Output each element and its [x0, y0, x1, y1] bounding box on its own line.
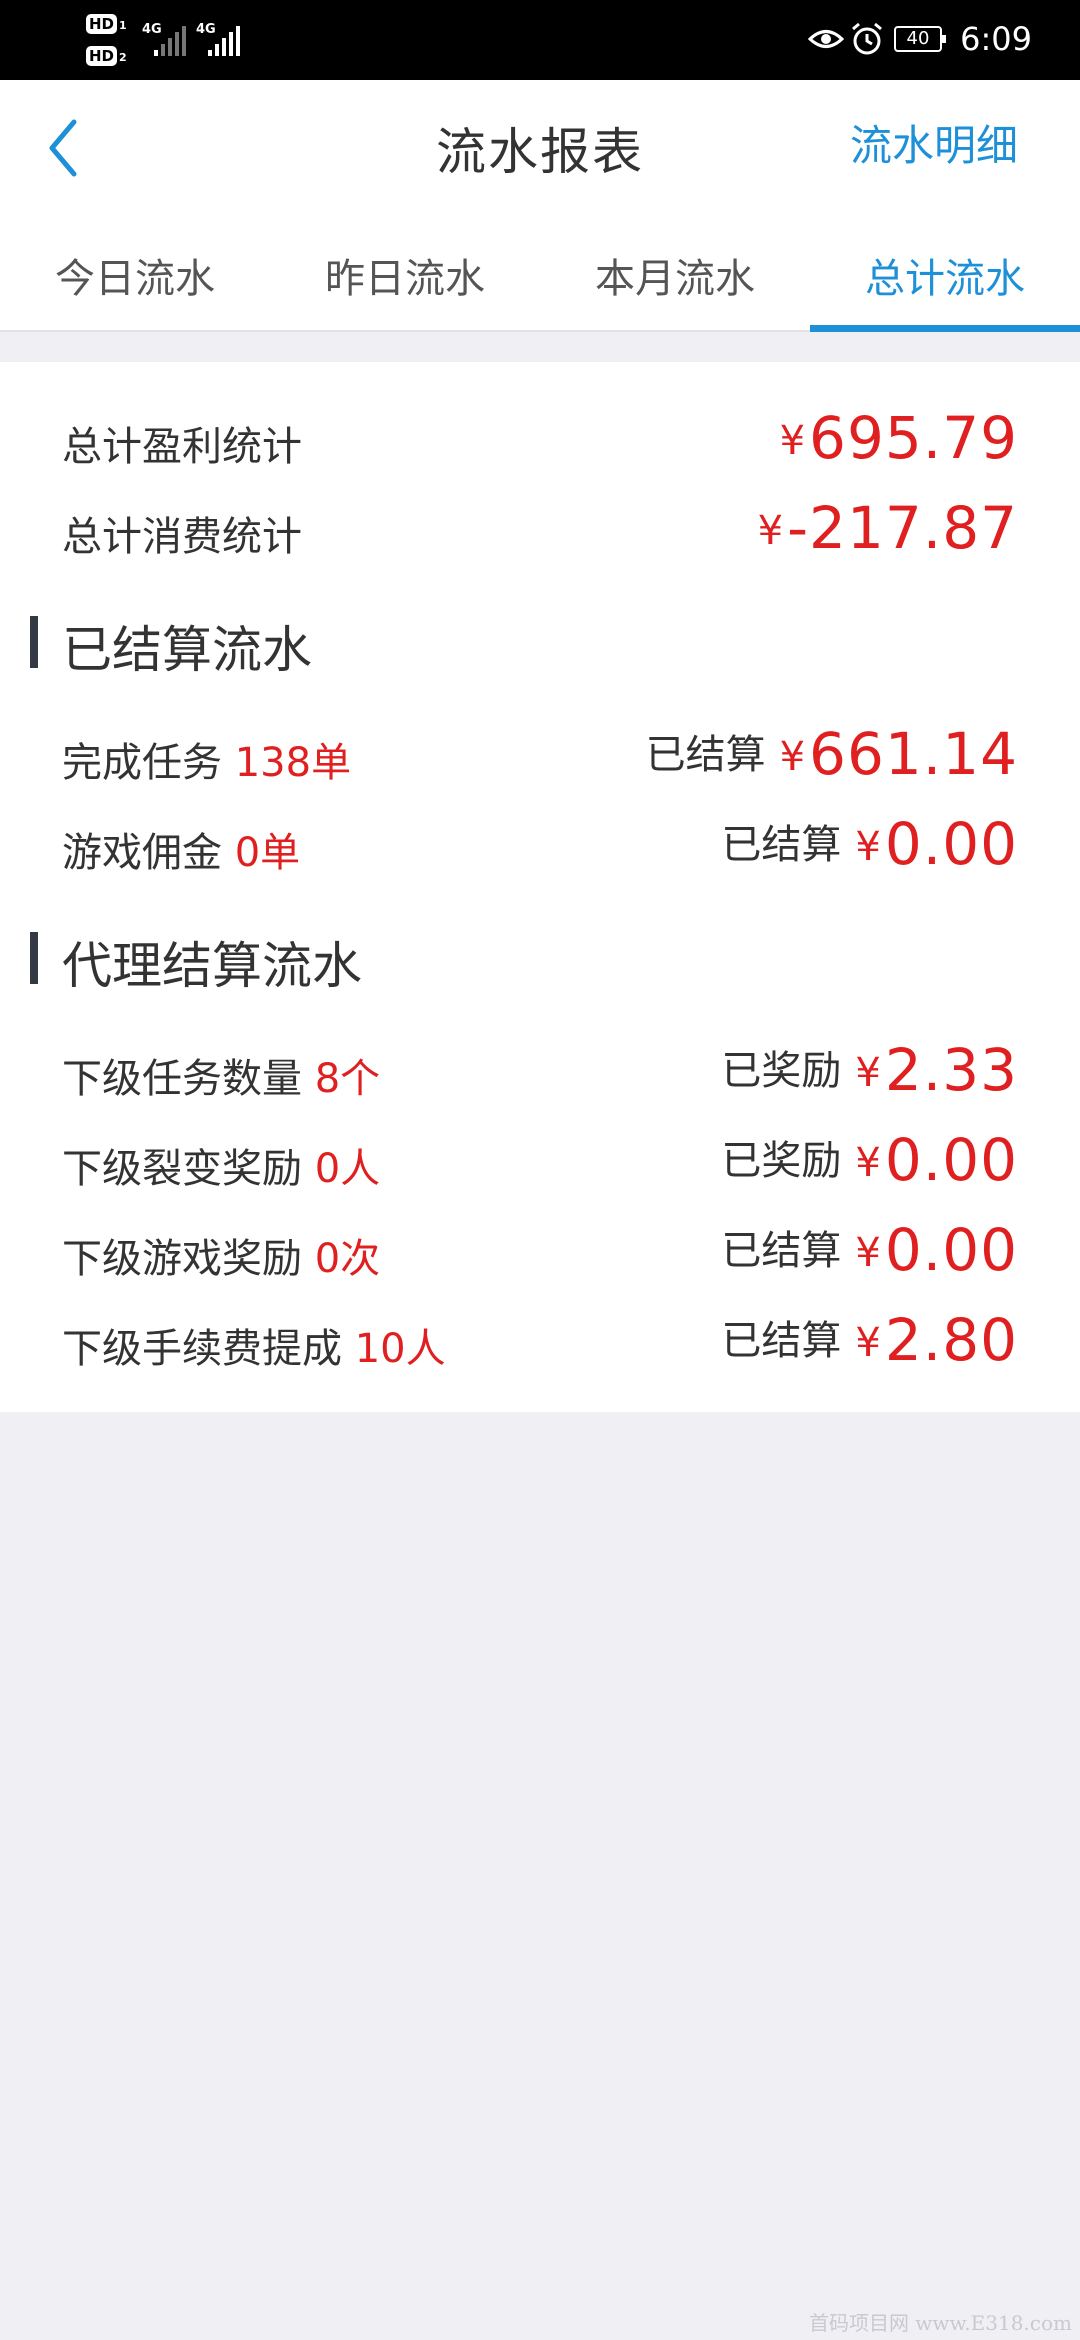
total-consume-row: 总计消费统计 ¥-217.87 [62, 494, 1018, 564]
item-status: 已结算 [721, 822, 842, 868]
status-right: 40 6:09 [702, 18, 1032, 62]
item-label: 游戏佣金 0单 [62, 820, 300, 878]
item-amount: 2.33 [884, 1036, 1018, 1104]
item-value: 已结算 ¥661.14 [646, 720, 1018, 788]
total-profit-amount: 695.79 [809, 404, 1018, 472]
hd1-badge: HD [86, 14, 118, 34]
yen-symbol: ¥ [855, 1050, 881, 1096]
item-label: 下级手续费提成 10人 [62, 1316, 446, 1374]
item-value: 已结算 ¥2.80 [721, 1306, 1018, 1374]
item-status: 已奖励 [721, 1138, 842, 1184]
item-count: 0人 [314, 1146, 381, 1192]
hd2-number: 2 [119, 51, 127, 64]
item-label: 完成任务 138单 [62, 730, 351, 788]
list-item: 下级手续费提成 10人 已结算 ¥2.80 [62, 1306, 1018, 1376]
item-amount: 0.00 [884, 810, 1018, 878]
yen-symbol: ¥ [779, 734, 806, 780]
section-marker [30, 932, 38, 984]
list-item: 完成任务 138单 已结算 ¥661.14 [62, 720, 1018, 790]
app-header: 流水报表 流水明细 [0, 80, 1080, 200]
tab-today[interactable]: 今日流水 [0, 200, 270, 330]
total-profit-row: 总计盈利统计 ¥695.79 [62, 404, 1018, 474]
settled-section-title: 已结算流水 [62, 621, 312, 679]
status-bar: HD 1 HD 2 4G 4G 40 6:09 [0, 0, 1080, 80]
yen-symbol: ¥ [779, 418, 806, 464]
item-value: 已结算 ¥0.00 [721, 810, 1018, 878]
hd2-indicator: HD 2 [86, 46, 130, 68]
yen-symbol: ¥ [855, 1140, 881, 1186]
total-consume-amount: -217.87 [787, 494, 1018, 562]
item-name: 下级裂变奖励 [62, 1146, 302, 1192]
yen-symbol: ¥ [855, 1320, 881, 1366]
item-amount: 661.14 [809, 720, 1018, 788]
alarm-icon [852, 22, 882, 55]
report-card: 总计盈利统计 ¥695.79 总计消费统计 ¥-217.87 已结算流水 完成任… [0, 362, 1080, 1412]
yen-symbol: ¥ [855, 1230, 881, 1276]
tab-this-month[interactable]: 本月流水 [540, 200, 810, 330]
total-profit-label: 总计盈利统计 [62, 424, 302, 470]
item-name: 下级任务数量 [62, 1056, 302, 1102]
item-status: 已结算 [721, 1318, 842, 1364]
item-name: 下级游戏奖励 [62, 1236, 302, 1282]
item-label: 下级裂变奖励 0人 [62, 1136, 380, 1194]
item-count: 138单 [234, 740, 352, 786]
battery-icon: 40 [894, 26, 946, 52]
eye-icon [808, 30, 844, 48]
item-value: 已结算 ¥0.00 [721, 1216, 1018, 1284]
total-consume-label: 总计消费统计 [62, 514, 302, 560]
item-count: 0次 [314, 1236, 381, 1282]
hd1-indicator: HD 1 [86, 14, 130, 36]
item-amount: 2.80 [884, 1306, 1018, 1374]
item-status: 已结算 [721, 1228, 842, 1274]
list-item: 下级任务数量 8个 已奖励 ¥2.33 [62, 1036, 1018, 1106]
list-item: 下级裂变奖励 0人 已奖励 ¥0.00 [62, 1126, 1018, 1196]
tab-total[interactable]: 总计流水 [810, 200, 1080, 332]
item-name: 游戏佣金 [62, 830, 222, 876]
total-consume-value: ¥-217.87 [758, 494, 1018, 562]
agent-section-title: 代理结算流水 [62, 937, 362, 995]
list-item: 下级游戏奖励 0次 已结算 ¥0.00 [62, 1216, 1018, 1286]
hd1-number: 1 [119, 19, 127, 32]
item-value: 已奖励 ¥2.33 [721, 1036, 1018, 1104]
tab-yesterday[interactable]: 昨日流水 [270, 200, 540, 330]
yen-symbol: ¥ [855, 824, 881, 870]
clock: 6:09 [960, 20, 1032, 58]
watermark: 首码项目网 www.E318.com [808, 2311, 1072, 2335]
item-value: 已奖励 ¥0.00 [721, 1126, 1018, 1194]
item-amount: 0.00 [884, 1126, 1018, 1194]
hd2-badge: HD [86, 46, 118, 66]
tab-bar: 今日流水 昨日流水 本月流水 总计流水 [0, 200, 1080, 332]
total-profit-value: ¥695.79 [780, 404, 1018, 472]
item-name: 下级手续费提成 [62, 1326, 342, 1372]
detail-link[interactable]: 流水明细 [850, 112, 1018, 173]
yen-symbol: ¥ [757, 508, 784, 554]
item-count: 8个 [314, 1056, 381, 1102]
item-status: 已奖励 [721, 1048, 842, 1094]
item-label: 下级任务数量 8个 [62, 1046, 380, 1104]
section-marker [30, 616, 38, 668]
item-label: 下级游戏奖励 0次 [62, 1226, 380, 1284]
list-item: 游戏佣金 0单 已结算 ¥0.00 [62, 810, 1018, 880]
item-amount: 0.00 [884, 1216, 1018, 1284]
item-count: 10人 [354, 1326, 446, 1372]
item-name: 完成任务 [62, 740, 222, 786]
item-count: 0单 [234, 830, 301, 876]
item-status: 已结算 [645, 732, 766, 778]
